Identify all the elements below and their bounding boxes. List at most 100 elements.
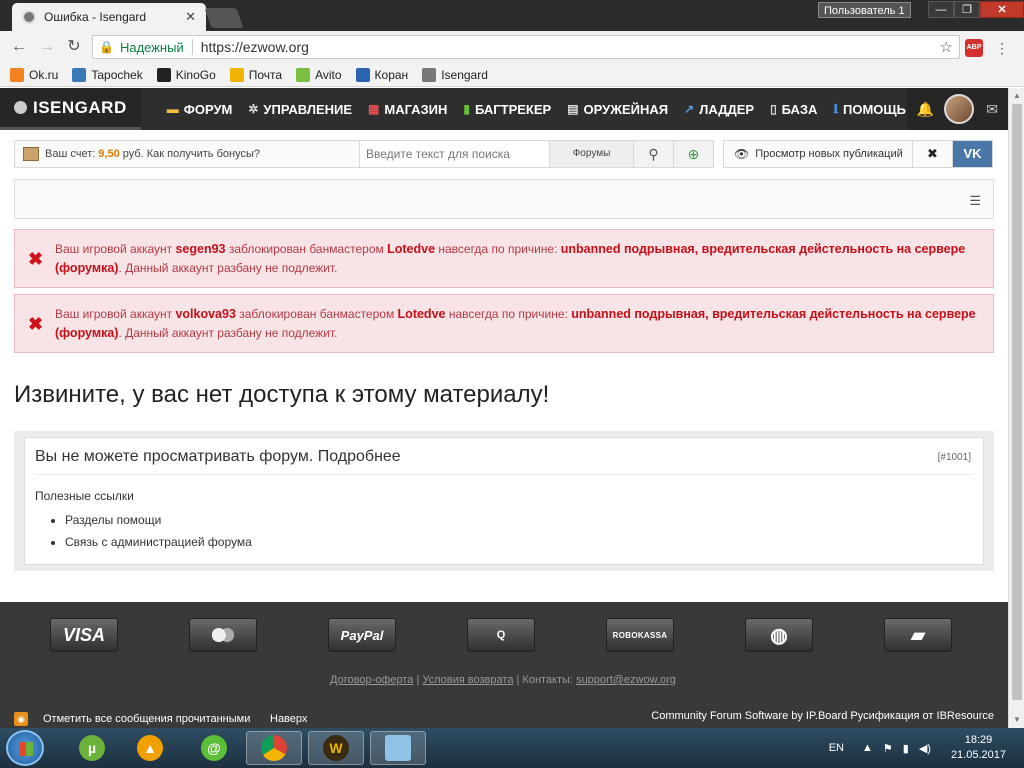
view-new-bar: 👁 Просмотр новых публикаций ✖ VK xyxy=(723,140,993,168)
avatar[interactable] xyxy=(944,94,975,124)
flag-icon[interactable]: ⚑ xyxy=(883,742,893,755)
offer-link[interactable]: Договор-оферта xyxy=(330,674,413,686)
eye-icon: 👁 xyxy=(734,147,750,161)
ban-text: навсегда по причине: xyxy=(445,307,572,321)
minimize-button[interactable]: — xyxy=(928,1,954,18)
lock-icon: 🔒 xyxy=(99,40,114,54)
bookmark-item[interactable]: Tapochek xyxy=(72,67,143,82)
bookmark-item[interactable]: Ok.ru xyxy=(10,67,58,82)
new-tab-button[interactable] xyxy=(204,8,244,28)
taskbar-wow[interactable]: W xyxy=(308,731,364,765)
tray-arrow-icon[interactable]: ▲ xyxy=(862,742,873,754)
nav-item-label: ФОРУМ xyxy=(183,101,233,117)
scroll-down-icon[interactable]: ▼ xyxy=(1012,715,1022,725)
browser-tab[interactable]: Ошибка - Isengard ✕ xyxy=(12,3,206,31)
taskbar-utorrent[interactable]: µ xyxy=(64,731,120,765)
start-button[interactable] xyxy=(6,730,44,766)
tab-title: Ошибка - Isengard xyxy=(44,10,147,24)
taskbar-notes[interactable] xyxy=(370,731,426,765)
scroll-up-icon[interactable]: ▲ xyxy=(1012,91,1022,101)
account-balance[interactable]: Ваш счет: 9,50 руб. Как получить бонусы? xyxy=(15,141,359,167)
adblock-icon[interactable]: ABP xyxy=(965,39,983,57)
nav-item[interactable]: ▯ БАЗА xyxy=(762,88,825,130)
nav-item[interactable]: ↗ ЛАДДЕР xyxy=(676,88,762,130)
ban-account: volkova93 xyxy=(175,307,236,321)
bookmark-item[interactable]: Avito xyxy=(296,67,342,82)
refund-link[interactable]: Условия возврата xyxy=(422,674,513,686)
search-icon[interactable]: ⚲ xyxy=(633,141,673,167)
back-to-top-link[interactable]: Наверх xyxy=(270,713,307,725)
nav-item[interactable]: ℹ ПОМОЩЬ xyxy=(825,88,914,130)
payment-mastercard-icon[interactable] xyxy=(189,618,257,652)
browser-toolbar: ← → ↻ 🔒 Надежный https://ezwow.org ☆ ABP… xyxy=(0,31,1024,63)
nav-item[interactable]: ▦ МАГАЗИН xyxy=(360,88,455,130)
clock[interactable]: 18:29 21.05.2017 xyxy=(951,733,1006,763)
menu-dots-icon[interactable]: ⋮ xyxy=(994,39,1010,57)
ban-text: заблокирован банмастером xyxy=(225,242,388,256)
nav-item-label: ЛАДДЕР xyxy=(699,101,755,117)
help-link[interactable]: Разделы помощи xyxy=(65,513,973,527)
bell-icon[interactable]: 🔔 xyxy=(917,101,934,118)
payment-methods: VISA PayPal Q ROBOKASSA ◍ ▰ xyxy=(50,618,952,652)
search-input[interactable]: Введите текст для поиска xyxy=(359,141,549,167)
taskbar-aimp[interactable]: ▲ xyxy=(122,731,178,765)
vk-icon[interactable]: VK xyxy=(952,141,992,167)
mark-read-link[interactable]: Отметить все сообщения прочитанными xyxy=(43,713,250,725)
rss-icon[interactable]: ◉ xyxy=(14,712,28,726)
payment-label: ROBOKASSA xyxy=(612,630,668,640)
tab-close-icon[interactable]: ✕ xyxy=(185,9,196,25)
profile-badge[interactable]: Пользователь 1 xyxy=(818,2,911,18)
forward-icon[interactable]: → xyxy=(36,37,58,57)
list-view-icon[interactable]: ☰ xyxy=(969,193,981,209)
bookmark-star-icon[interactable]: ☆ xyxy=(940,38,953,56)
ban-text: . Данный аккаунт разбану не подлежит. xyxy=(118,326,338,340)
ban-text: навсегда по причине: xyxy=(435,242,561,256)
reload-icon[interactable]: ↻ xyxy=(63,37,85,57)
close-window-button[interactable]: ✕ xyxy=(980,1,1024,18)
payment-yandex-icon[interactable]: ▰ xyxy=(884,618,952,652)
view-new-posts-button[interactable]: 👁 Просмотр новых публикаций xyxy=(724,141,912,167)
window-controls: — ❐ ✕ xyxy=(928,1,1024,18)
site-logo[interactable]: ISENGARD xyxy=(0,88,141,130)
bookmark-item[interactable]: KinoGo xyxy=(156,67,216,82)
nav-item[interactable]: ✲ УПРАВЛЕНИЕ xyxy=(240,88,360,130)
search-scope-select[interactable]: Форумы xyxy=(549,141,633,167)
email-link[interactable]: support@ezwow.org xyxy=(576,674,676,686)
volume-icon[interactable]: ◀) xyxy=(919,742,931,755)
tools-icon[interactable]: ✖ xyxy=(912,141,952,167)
footer-bottom: ◉ Отметить все сообщения прочитанными На… xyxy=(0,708,1008,728)
nav-item[interactable]: ▬ ФОРУМ xyxy=(159,88,241,130)
advanced-search-icon[interactable]: ⊕ xyxy=(673,141,713,167)
nav-item[interactable]: ▤ ОРУЖЕЙНАЯ xyxy=(559,88,676,130)
bookmark-item[interactable]: Коран xyxy=(355,67,408,82)
taskbar-chrome[interactable] xyxy=(246,731,302,765)
payment-qiwi-icon[interactable]: Q xyxy=(467,618,535,652)
address-bar[interactable]: 🔒 Надежный https://ezwow.org ☆ xyxy=(92,35,960,59)
payment-visa-icon[interactable]: VISA xyxy=(50,618,118,652)
restore-button[interactable]: ❐ xyxy=(954,1,980,18)
scroll-thumb[interactable] xyxy=(1012,104,1022,700)
bookmark-item[interactable]: Isengard xyxy=(422,67,488,82)
nav-item-label: БАЗА xyxy=(781,101,818,117)
page-scrollbar[interactable]: ▲ ▼ xyxy=(1008,88,1024,728)
nav-item[interactable]: ▮ БАГТРЕКЕР xyxy=(455,88,559,130)
bookmark-item[interactable]: Почта xyxy=(229,67,282,82)
error-content-box: Вы не можете просматривать форум. Подроб… xyxy=(24,437,984,565)
error-x-icon: ✖ xyxy=(28,248,44,269)
footer-links: Договор-оферта | Условия возврата | Конт… xyxy=(330,674,676,686)
site-navbar: ISENGARD ▬ ФОРУМ ✲ УПРАВЛЕНИЕ ▦ МАГАЗИН ▮ БАГТР… xyxy=(0,88,1008,130)
back-icon[interactable]: ← xyxy=(8,37,30,57)
url-text[interactable]: https://ezwow.org xyxy=(201,39,940,55)
language-indicator[interactable]: EN xyxy=(829,742,844,754)
nav-item-label: МАГАЗИН xyxy=(384,101,448,117)
contact-admin-link[interactable]: Связь с администрацией форума xyxy=(65,535,973,549)
ban-master: Lotedve xyxy=(387,242,436,256)
payment-webmoney-icon[interactable]: ◍ xyxy=(745,618,813,652)
account-search-bar: Ваш счет: 9,50 руб. Как получить бонусы?… xyxy=(14,140,714,168)
mail-icon[interactable]: ✉ xyxy=(986,101,998,118)
payment-robo-icon[interactable]: ROBOKASSA xyxy=(606,618,674,652)
date: 21.05.2017 xyxy=(950,749,1006,761)
network-icon[interactable]: ▮ xyxy=(903,742,909,755)
payment-paypal-icon[interactable]: PayPal xyxy=(328,618,396,652)
taskbar-mailru-agent[interactable]: @ xyxy=(186,731,242,765)
